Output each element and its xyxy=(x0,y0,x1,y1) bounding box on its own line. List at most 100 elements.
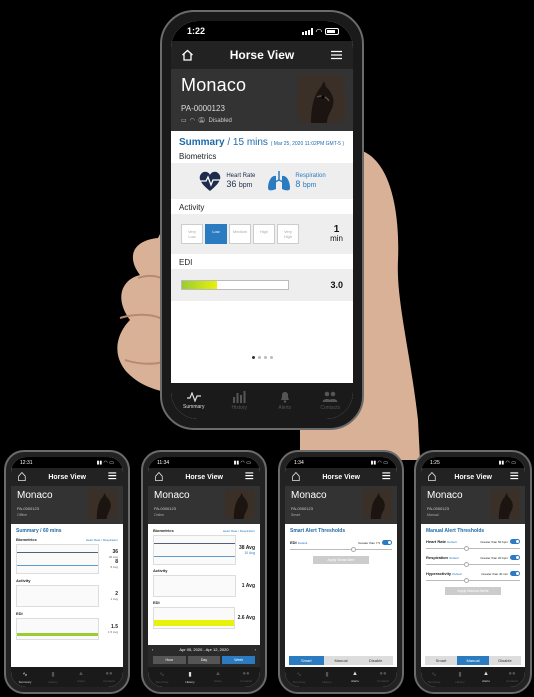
tab-history[interactable]: ▮ History xyxy=(313,667,341,687)
edi-gauge xyxy=(181,280,289,290)
tab-alerts[interactable]: ▲ Alerts xyxy=(341,667,369,687)
activity-value: 1 min xyxy=(330,224,343,243)
page-dot[interactable] xyxy=(263,356,267,359)
page-dot[interactable] xyxy=(251,356,255,359)
apply-smart-alert-button[interactable]: Apply Smart Alert xyxy=(313,556,369,564)
threshold-value: Greater than 50 bpm xyxy=(480,539,508,544)
tab-contacts[interactable]: ●● Contacts xyxy=(232,667,260,687)
tab-history[interactable]: ▮ History xyxy=(447,667,473,687)
tab-bar: Summary History Alerts Contacts xyxy=(171,383,353,419)
tab-bar: ∿ Summary ▮ History ▲ Alerts ●● Contacts xyxy=(421,667,525,687)
range-option-week[interactable]: Week xyxy=(222,656,256,664)
tab-alerts[interactable]: Alerts xyxy=(262,383,308,419)
mode-option-smart[interactable]: Smart xyxy=(425,656,457,665)
tab-contacts[interactable]: ●● Contacts xyxy=(95,667,123,687)
tab-alerts[interactable]: ▲ Alerts xyxy=(473,667,499,687)
chevron-right-icon[interactable]: › xyxy=(255,647,256,652)
threshold-label: Heart Rate xyxy=(426,539,447,544)
alert-mode-selector: Smart Manual Disable xyxy=(425,656,521,665)
page-dot[interactable] xyxy=(269,356,273,359)
heart-pulse-icon xyxy=(200,171,221,191)
range-option-hour[interactable]: Hour xyxy=(153,656,186,664)
home-icon[interactable]: ⌂ xyxy=(291,468,301,486)
activity-level-button[interactable]: Low xyxy=(205,224,227,244)
tab-alerts[interactable]: ▲ Alerts xyxy=(204,667,232,687)
activity-level-button[interactable]: High xyxy=(253,224,275,244)
app-header: ⌂ Horse View ≡ xyxy=(11,468,123,486)
hamburger-menu-icon[interactable]: ≡ xyxy=(245,468,254,486)
edi-chart xyxy=(16,618,99,640)
hamburger-menu-icon[interactable]: ≡ xyxy=(108,468,117,486)
activity-level-button[interactable]: Medium xyxy=(229,224,251,244)
tab-summary[interactable]: Summary xyxy=(171,383,217,419)
horse-profile: Monaco PA-0000123 ▭ ◠ 🔕︎ Disabled xyxy=(171,69,353,131)
biometrics-history-chart xyxy=(153,535,236,565)
biometrics-chart xyxy=(16,544,99,574)
heart-rate-metric: Heart Rate 36 bpm xyxy=(198,170,255,192)
activity-level-button[interactable]: Very Low xyxy=(181,224,203,244)
app-header: ⌂ Horse View ≡ xyxy=(421,468,525,486)
mode-option-disable[interactable]: Disable xyxy=(489,656,521,665)
apply-manual-alerts-button[interactable]: Apply Manual Alerts xyxy=(445,587,501,595)
biometrics-label: Biometrics xyxy=(179,152,217,161)
tab-contacts[interactable]: Contacts xyxy=(308,383,354,419)
tab-contacts[interactable]: ●● Contacts xyxy=(369,667,397,687)
threshold-row: Respiration Default Greater than 20 bpm xyxy=(426,555,520,567)
tab-alerts[interactable]: ▲ Alerts xyxy=(67,667,95,687)
range-option-day[interactable]: Day xyxy=(187,656,221,664)
edi-label: EDI xyxy=(179,258,193,267)
home-icon[interactable]: ⌂ xyxy=(427,468,437,486)
edi-threshold-slider[interactable] xyxy=(290,547,392,552)
tab-contacts[interactable]: ●● Contacts xyxy=(499,667,525,687)
tab-summary[interactable]: ∿ Summary xyxy=(285,667,313,687)
tab-bar: ∿ Summary ▮ History ▲ Alerts ●● Contacts xyxy=(285,667,397,687)
horse-profile: Monaco PA-0000123 Smart xyxy=(285,486,397,524)
people-icon xyxy=(322,391,338,402)
signal-icon: ▮▮ ◠ ▭ xyxy=(96,459,114,466)
range-selector: Hour Day Week xyxy=(152,656,256,664)
hamburger-menu-icon[interactable]: ≡ xyxy=(382,468,391,486)
hamburger-menu-icon[interactable] xyxy=(330,50,343,60)
mode-option-smart[interactable]: Smart xyxy=(289,656,324,665)
chevron-left-icon[interactable]: ‹ xyxy=(152,647,153,652)
tab-history[interactable]: ▮ History xyxy=(39,667,67,687)
summary-content: Summary / 15 mins ( Mar 25, 2020 11:02PM… xyxy=(171,131,353,367)
tab-summary[interactable]: ∿ Summary xyxy=(11,667,39,687)
activity-card: Very Low Low Medium High Very High 1 min xyxy=(171,214,353,254)
tab-summary[interactable]: ∿ Summary xyxy=(421,667,447,687)
home-icon[interactable] xyxy=(181,49,194,61)
page-dot[interactable] xyxy=(257,356,261,359)
threshold-rows: Heart Rate Default Greater than 50 bpm Res… xyxy=(426,539,520,583)
home-icon[interactable]: ⌂ xyxy=(154,468,164,486)
status-bar: 1:25 ▮▮ ◠ ▭ xyxy=(421,457,525,468)
home-icon[interactable]: ⌂ xyxy=(17,468,27,486)
bell-icon: ▲ xyxy=(78,671,84,677)
threshold-toggle[interactable] xyxy=(510,539,520,544)
phone-smart-alerts: 1:34 ▮▮ ◠ ▭ ⌂ Horse View ≡ Monaco PA-000012… xyxy=(278,450,404,694)
threshold-slider[interactable] xyxy=(426,562,520,567)
threshold-toggle[interactable] xyxy=(510,555,520,560)
main-phone: 1:22 ◠ Horse View Monaco PA-0000123 ▭ ◠ … xyxy=(160,10,364,430)
edi-history-chart xyxy=(153,607,235,629)
threshold-label: Respiration xyxy=(426,555,449,560)
biometrics-card: Heart Rate 36 bpm Respiration 8 bpm xyxy=(171,163,353,199)
hamburger-menu-icon[interactable]: ≡ xyxy=(510,468,519,486)
threshold-default: Default xyxy=(449,556,459,560)
activity-level-button[interactable]: Very High xyxy=(277,224,299,244)
mode-option-manual[interactable]: Manual xyxy=(323,656,359,665)
bar-chart-icon: ▮ xyxy=(51,671,55,678)
pulse-icon: ∿ xyxy=(431,671,437,678)
threshold-slider[interactable] xyxy=(426,546,520,551)
mode-option-disable[interactable]: Disable xyxy=(358,656,394,665)
edi-card: 3.0 xyxy=(171,269,353,301)
threshold-toggle[interactable] xyxy=(510,571,520,576)
battery-icon xyxy=(325,27,339,35)
respiration-metric: Respiration 8 bpm xyxy=(267,170,326,192)
tab-history[interactable]: ▮ History xyxy=(176,667,204,687)
mode-option-manual[interactable]: Manual xyxy=(457,656,489,665)
threshold-default: Default xyxy=(447,540,457,544)
tab-history[interactable]: History xyxy=(217,383,263,419)
tab-summary[interactable]: ∿ Summary xyxy=(148,667,176,687)
edi-alert-toggle[interactable] xyxy=(382,540,392,545)
threshold-slider[interactable] xyxy=(426,578,520,583)
